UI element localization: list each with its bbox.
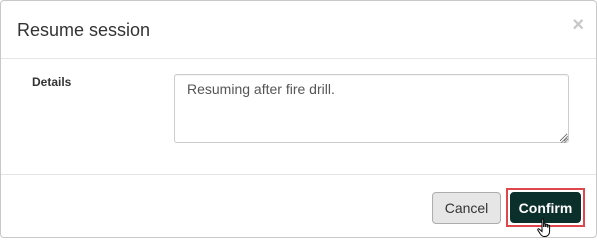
cancel-button[interactable]: Cancel xyxy=(432,192,501,224)
details-textarea[interactable]: Resuming after fire drill. xyxy=(174,74,569,143)
resume-session-dialog: Resume session × Details Resuming after … xyxy=(0,0,597,238)
confirm-button[interactable]: Confirm xyxy=(510,192,581,223)
close-icon[interactable]: × xyxy=(572,15,584,35)
dialog-title: Resume session xyxy=(17,20,151,40)
dialog-footer: Cancel Confirm xyxy=(1,174,596,238)
details-label: Details xyxy=(32,75,72,89)
dialog-body: Details Resuming after fire drill. xyxy=(1,59,596,174)
dialog-header: Resume session × xyxy=(1,1,596,59)
